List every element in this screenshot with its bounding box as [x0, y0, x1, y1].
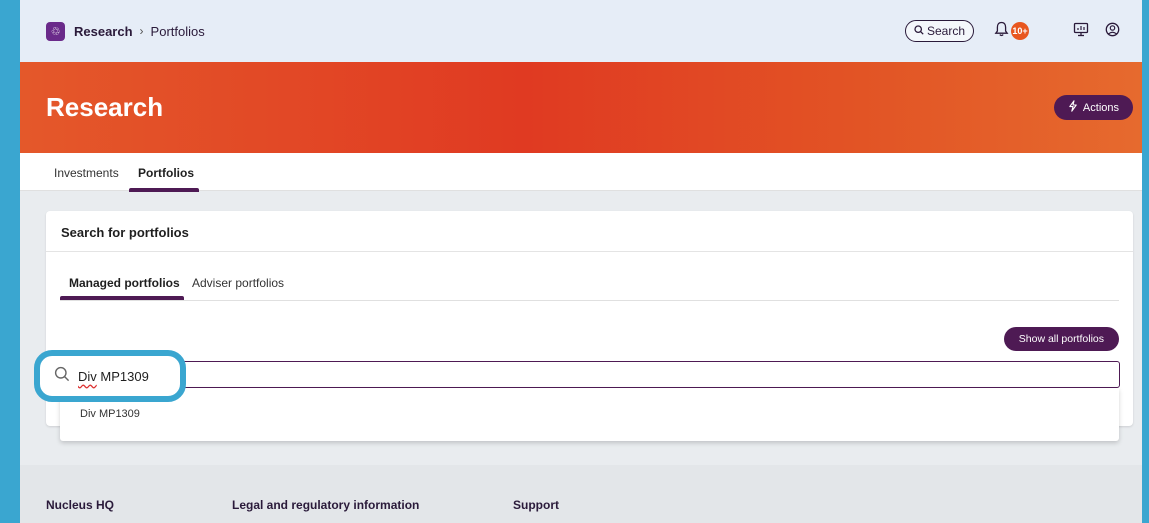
footer-link-legal[interactable]: Legal and regulatory information: [232, 498, 419, 512]
global-search-button[interactable]: Search: [904, 20, 974, 42]
lightning-icon: [1068, 100, 1078, 115]
actions-button[interactable]: Actions: [1053, 95, 1133, 120]
subtabs-divider: [60, 300, 1119, 301]
breadcrumb-portfolios: Portfolios: [150, 23, 205, 39]
tab-managed-portfolios[interactable]: Managed portfolios: [69, 276, 180, 290]
footer-link-nucleus-hq[interactable]: Nucleus HQ: [46, 498, 114, 512]
active-tab-indicator: [129, 188, 199, 192]
notification-count-badge: 10+: [1011, 22, 1029, 40]
search-value-rest: MP1309: [96, 368, 149, 384]
portfolio-search-input[interactable]: [46, 361, 1120, 388]
footer: Nucleus HQ Legal and regulatory informat…: [20, 465, 1142, 523]
screen-icon[interactable]: [1073, 22, 1089, 41]
search-icon: [54, 366, 70, 387]
flask-icon[interactable]: ♲: [46, 21, 65, 41]
tab-adviser-portfolios[interactable]: Adviser portfolios: [192, 276, 284, 290]
user-icon[interactable]: [1105, 22, 1120, 41]
suggestion-item[interactable]: Div MP1309: [80, 408, 140, 420]
footer-link-support[interactable]: Support: [513, 498, 559, 512]
search-portfolios-card: Search for portfolios Managed portfolios…: [46, 211, 1133, 441]
actions-label: Actions: [1082, 101, 1119, 114]
app-frame: ♲ Research › Portfolios Search 10+ Resea…: [20, 0, 1142, 523]
card-title: Search for portfolios: [61, 225, 189, 240]
global-search-label: Search: [926, 24, 965, 38]
search-input-value[interactable]: Div MP1309: [78, 369, 149, 384]
search-suggestions-dropdown: Div MP1309: [60, 388, 1119, 441]
page-title: Research: [46, 92, 164, 122]
breadcrumb-research[interactable]: Research: [74, 24, 133, 39]
card-divider: [46, 251, 1133, 252]
bell-icon: [994, 21, 1009, 42]
tab-investments[interactable]: Investments: [54, 166, 119, 180]
notifications-button[interactable]: 10+: [994, 21, 1029, 42]
main-tabs: Investments Portfolios: [20, 153, 1142, 192]
show-all-portfolios-button[interactable]: Show all portfolios: [1003, 327, 1119, 351]
misspelled-word: Div: [78, 368, 97, 384]
search-icon: [914, 24, 924, 38]
hero-banner: Research Actions: [20, 62, 1142, 153]
tab-portfolios[interactable]: Portfolios: [138, 166, 194, 180]
topbar-actions: Search 10+: [904, 20, 1120, 42]
top-navigation-bar: ♲ Research › Portfolios Search 10+: [20, 0, 1142, 62]
chevron-right-icon: ›: [139, 24, 144, 38]
search-field-highlight[interactable]: Div MP1309: [34, 350, 186, 402]
